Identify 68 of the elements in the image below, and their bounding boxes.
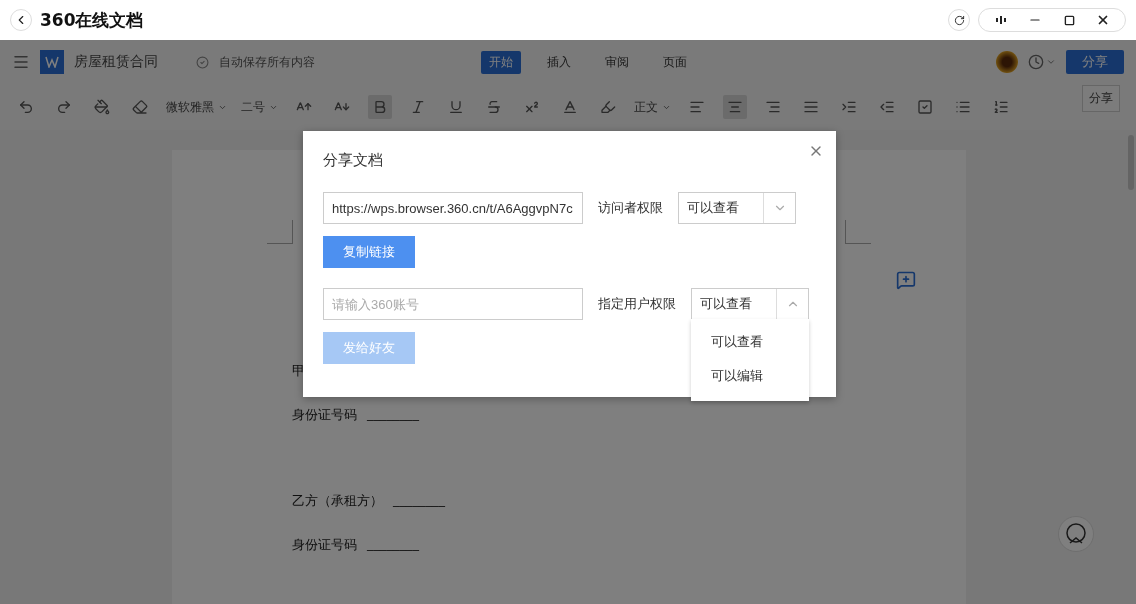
checkbox-icon — [917, 99, 933, 115]
tooltip: 分享 — [1082, 85, 1120, 112]
format-painter-icon — [94, 99, 110, 115]
caret-icon — [1046, 57, 1056, 67]
clock-icon — [1028, 54, 1044, 70]
fill-in-line: ________ — [393, 492, 445, 509]
link-field[interactable]: https://wps.browser.360.cn/t/A6AggvpN7c — [323, 192, 583, 224]
dialog-title: 分享文档 — [323, 151, 384, 170]
crop-mark — [267, 220, 293, 244]
window-title: 360在线文档 — [40, 8, 145, 32]
align-center-icon — [727, 99, 743, 115]
field-label: 访问者权限 — [598, 199, 663, 217]
avatar[interactable] — [996, 51, 1018, 73]
align-justify-icon — [803, 99, 819, 115]
permission-select[interactable]: 可以查看 — [691, 288, 809, 320]
assistant-icon[interactable] — [1058, 516, 1094, 552]
bold-icon — [372, 99, 388, 115]
crop-mark — [845, 220, 871, 244]
strike-icon — [486, 99, 502, 115]
font-dropdown[interactable]: 微软雅黑 — [166, 98, 227, 116]
check-icon — [196, 55, 209, 69]
menu-item[interactable]: 可以查看 — [691, 325, 809, 359]
align-right-icon — [765, 99, 781, 115]
highlight-icon — [600, 99, 616, 115]
field-label: 指定用户权限 — [598, 295, 676, 313]
style-dropdown[interactable]: 正文 — [634, 98, 671, 116]
bold-button[interactable] — [368, 95, 392, 119]
save-status: 自动保存所有内容 — [219, 53, 315, 71]
undo-icon — [18, 99, 34, 115]
ribbon-tab[interactable]: 插入 — [539, 50, 579, 74]
fill-in-line: ________ — [367, 406, 419, 423]
size-dropdown[interactable]: 二号 — [241, 98, 278, 116]
ribbon-tab[interactable]: 审阅 — [597, 50, 637, 74]
superscript-icon — [524, 99, 540, 115]
copy-link-button[interactable]: 复制链接 — [323, 236, 415, 268]
outdent-icon — [879, 99, 895, 115]
ribbon-tab[interactable]: 开始 — [481, 50, 521, 74]
back-button[interactable] — [10, 9, 32, 31]
bullet-list-icon — [955, 99, 971, 115]
font-color-icon — [562, 99, 578, 115]
document-text: 身份证号码 — [292, 406, 357, 424]
ribbon-tab[interactable]: 页面 — [655, 50, 695, 74]
file-name: 房屋租赁合同 — [74, 53, 158, 71]
numbered-list-icon — [993, 99, 1009, 115]
maximize-icon — [1063, 14, 1075, 26]
document-text: 身份证号码 — [292, 536, 357, 554]
comment-icon[interactable] — [896, 270, 916, 290]
redo-icon — [56, 99, 72, 115]
share-button[interactable]: 分享 — [1066, 50, 1124, 74]
align-center-button[interactable] — [723, 95, 747, 119]
permission-select[interactable]: 可以查看 — [678, 192, 796, 224]
indent-icon — [841, 99, 857, 115]
logo-icon — [40, 50, 64, 74]
account-field[interactable]: 请输入360账号 — [323, 288, 583, 320]
bars-icon — [996, 16, 1006, 24]
menu-item[interactable]: 可以编辑 — [691, 359, 809, 393]
document-text: 乙方（承租方） — [292, 492, 383, 510]
eraser-icon — [132, 99, 148, 115]
document-text: 甲 — [292, 362, 305, 380]
fill-in-line: ________ — [367, 536, 419, 553]
align-left-icon — [689, 99, 705, 115]
menu-icon[interactable] — [12, 53, 30, 71]
underline-icon — [448, 99, 464, 115]
close-icon — [1096, 13, 1110, 27]
refresh-button[interactable] — [948, 9, 970, 31]
italic-icon — [410, 99, 426, 115]
refresh-icon — [953, 14, 965, 26]
history-button[interactable] — [1028, 54, 1056, 70]
